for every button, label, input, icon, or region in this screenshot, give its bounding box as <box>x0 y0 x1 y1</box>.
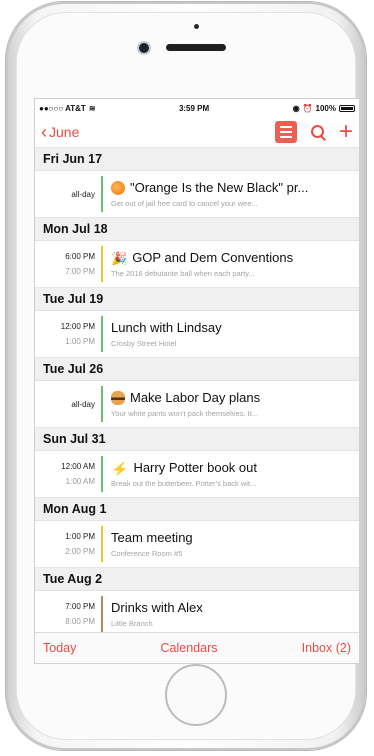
chevron-left-icon: ‹ <box>41 122 47 142</box>
event-row[interactable]: all-day Make Labor Day plans Your white pa… <box>35 381 359 428</box>
status-right: ◉ ⏰ 100% <box>293 104 355 113</box>
day-header: Tue Jul 19 <box>35 288 359 311</box>
status-bar: ●●○○○ AT&T ≋ 3:59 PM ◉ ⏰ 100% <box>35 99 359 117</box>
day-header: Tue Jul 26 <box>35 358 359 381</box>
orange-emoji-icon <box>111 180 125 195</box>
back-label: June <box>49 124 80 140</box>
event-title-row: Team meeting <box>111 530 359 545</box>
event-subtitle: Break out the butterbeer. Potter's back … <box>111 479 257 488</box>
event-end-time: 1:00 PM <box>65 337 95 346</box>
event-row[interactable]: 6:00 PM 7:00 PM 🎉 GOP and Dem Conventions Th… <box>35 241 359 288</box>
event-end-time: 7:00 PM <box>65 267 95 276</box>
event-subtitle: Your white pants won't pack themselves. … <box>111 409 259 418</box>
event-detail: ⚡ Harry Potter book out Break out the butt… <box>103 451 359 497</box>
inbox-button[interactable]: Inbox (2) <box>302 641 351 655</box>
event-start-time: 7:00 PM <box>65 602 95 611</box>
event-detail: "Orange Is the New Black" pr... Get out o… <box>103 171 359 217</box>
alarm-icon: ⏰ <box>302 103 313 113</box>
event-title-row: 🎉 GOP and Dem Conventions <box>111 250 359 265</box>
list-view-icon[interactable] <box>274 121 297 143</box>
event-end-time: 8:00 PM <box>65 617 95 626</box>
location-icon: ◉ <box>292 103 300 113</box>
event-row[interactable]: 12:00 AM 1:00 AM ⚡ Harry Potter book out Bre… <box>35 451 359 498</box>
day-header: Fri Jun 17 <box>35 148 359 171</box>
event-time: 6:00 PM 7:00 PM <box>35 241 101 287</box>
home-button[interactable] <box>165 664 227 726</box>
event-title: Make Labor Day plans <box>130 390 261 405</box>
event-detail: Make Labor Day plans Your white pants won… <box>103 381 359 427</box>
event-title-row: Drinks with Alex <box>111 600 359 615</box>
event-title-row: Lunch with Lindsay <box>111 320 359 335</box>
battery-icon <box>339 104 355 112</box>
event-subtitle: The 2016 debutante ball when each party.… <box>111 269 255 278</box>
event-end-time: 1:00 AM <box>65 477 95 486</box>
calendars-button[interactable]: Calendars <box>161 641 218 655</box>
event-row[interactable]: all-day "Orange Is the New Black" pr... Ge… <box>35 171 359 218</box>
earpiece-speaker <box>166 44 226 51</box>
event-row[interactable]: 12:00 PM 1:00 PM Lunch with Lindsay Crosby … <box>35 311 359 358</box>
event-title-row: ⚡ Harry Potter book out <box>111 460 359 475</box>
carrier-label: ●●○○○ AT&T <box>39 103 86 113</box>
event-title: Harry Potter book out <box>133 460 257 475</box>
today-button[interactable]: Today <box>43 641 76 655</box>
nav-actions: + <box>274 120 353 144</box>
event-title: "Orange Is the New Black" pr... <box>130 180 309 195</box>
event-detail: Team meeting Conference Room #5 <box>103 521 359 567</box>
event-start-time: 1:00 PM <box>65 532 95 541</box>
lightning-icon: ⚡ <box>111 460 129 476</box>
event-title: Lunch with Lindsay <box>111 320 222 335</box>
event-start-time: 12:00 AM <box>61 462 95 471</box>
day-header: Mon Jul 18 <box>35 218 359 241</box>
event-detail: 🎉 GOP and Dem Conventions The 2016 debutan… <box>103 241 359 287</box>
event-time: 7:00 PM 8:00 PM <box>35 591 101 637</box>
event-row[interactable]: 1:00 PM 2:00 PM Team meeting Conference Roo… <box>35 521 359 568</box>
status-left: ●●○○○ AT&T ≋ <box>39 104 96 113</box>
event-start-time: all-day <box>71 189 95 199</box>
event-time: 1:00 PM 2:00 PM <box>35 521 101 567</box>
event-end-time: 2:00 PM <box>65 547 95 556</box>
event-title-row: "Orange Is the New Black" pr... <box>111 180 359 195</box>
day-header: Tue Aug 2 <box>35 568 359 591</box>
day-header: Mon Aug 1 <box>35 498 359 521</box>
back-button[interactable]: ‹ June <box>41 123 79 141</box>
party-popper-icon: 🎉 <box>111 250 128 266</box>
event-time: 12:00 AM 1:00 AM <box>35 451 101 497</box>
event-title: Team meeting <box>111 530 193 545</box>
event-title: GOP and Dem Conventions <box>132 250 294 265</box>
event-subtitle: Conference Room #5 <box>111 549 183 558</box>
navigation-bar: ‹ June + <box>35 117 359 148</box>
event-detail: Lunch with Lindsay Crosby Street Hotel <box>103 311 359 357</box>
event-subtitle: Crosby Street Hotel <box>111 339 177 348</box>
search-icon[interactable] <box>310 125 326 141</box>
status-time: 3:59 PM <box>178 103 210 113</box>
wifi-icon: ≋ <box>88 103 96 113</box>
event-title: Drinks with Alex <box>111 600 203 615</box>
event-start-time: all-day <box>71 399 95 409</box>
phone-screen: ●●○○○ AT&T ≋ 3:59 PM ◉ ⏰ 100% ‹ June + F… <box>34 98 360 664</box>
event-time: 12:00 PM 1:00 PM <box>35 311 101 357</box>
event-time: all-day <box>35 171 101 217</box>
event-list: Fri Jun 17 all-day "Orange Is the New Blac… <box>35 148 359 638</box>
tab-bar: Today Calendars Inbox (2) <box>35 632 359 663</box>
event-start-time: 12:00 PM <box>60 322 95 331</box>
battery-percent: 100% <box>315 103 336 113</box>
day-header: Sun Jul 31 <box>35 428 359 451</box>
event-title-row: Make Labor Day plans <box>111 390 359 405</box>
front-camera <box>139 43 149 53</box>
event-row[interactable]: 7:00 PM 8:00 PM Drinks with Alex Little Bra… <box>35 591 359 638</box>
proximity-sensor <box>194 24 199 29</box>
event-start-time: 6:00 PM <box>65 252 95 261</box>
hamburger-emoji-icon <box>111 390 125 405</box>
event-detail: Drinks with Alex Little Branch <box>103 591 359 637</box>
event-time: all-day <box>35 381 101 427</box>
add-event-icon[interactable]: + <box>339 120 353 144</box>
event-subtitle: Little Branch <box>111 619 153 628</box>
event-subtitle: Get out of jail free card to cancel your… <box>111 199 258 208</box>
